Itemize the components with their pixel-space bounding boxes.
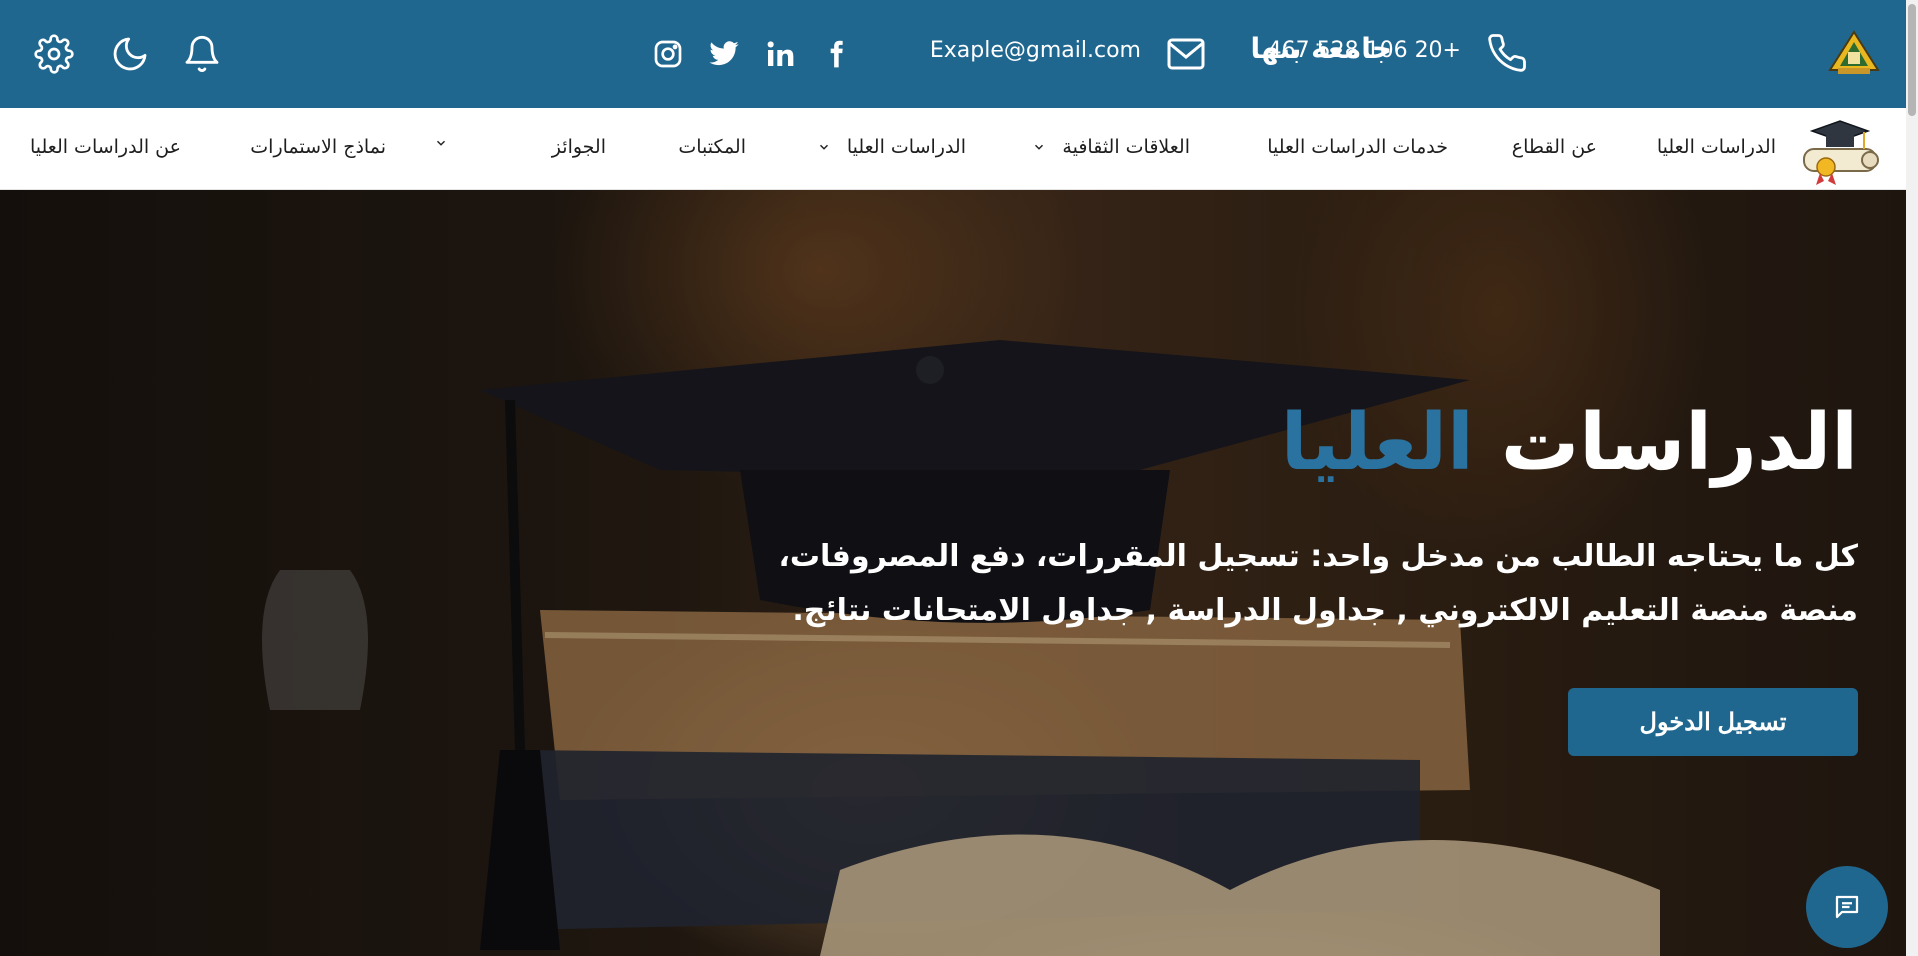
login-button[interactable]: تسجيل الدخول [1568,688,1858,756]
hero-title-main: الدراسات [1500,398,1858,488]
gear-icon[interactable] [34,34,74,74]
page: جامعة بنها 467 528 106 20+ Exaple@gmail.… [0,0,1918,956]
chevron-down-icon [819,144,828,150]
main-nav: الدراسات العليا عن القطاع خدمات الدراسات… [0,108,1906,190]
chevron-down-icon [436,140,446,146]
chat-icon [1835,895,1859,919]
nav-item-label: نماذج الاستمارات [250,136,386,158]
nav-item-services[interactable]: خدمات الدراسات العليا [1267,136,1448,158]
nav-brand[interactable]: الدراسات العليا [1657,136,1776,158]
chevron-down-icon [1035,144,1044,150]
nav-item-cultural-relations[interactable]: العلاقات الثقافية [1032,136,1190,158]
nav-item-about-sector[interactable]: عن القطاع [1512,136,1597,158]
instagram-icon[interactable] [652,38,684,70]
moon-icon[interactable] [110,34,150,74]
nav-item-label: عن القطاع [1511,136,1597,158]
page-scrollbar[interactable] [1906,0,1918,956]
nav-item-label: خدمات الدراسات العليا [1267,136,1448,158]
chat-button[interactable] [1806,866,1888,948]
email-address[interactable]: Exaple@gmail.com [930,38,1141,63]
nav-item-about-postgraduate[interactable]: عن الدراسات العليا [30,136,181,158]
hero-description: كل ما يحتاجه الطالب من مدخل واحد: تسجيل … [778,539,1859,628]
scrollbar-thumb[interactable] [1908,4,1916,116]
top-bar: جامعة بنها 467 528 106 20+ Exaple@gmail.… [0,0,1906,108]
nav-item-postgraduate[interactable]: الدراسات العليا [817,136,966,158]
nav-item-label: عن الدراسات العليا [29,136,181,158]
bell-icon[interactable] [182,34,222,74]
phone-icon [1486,31,1528,75]
facebook-icon[interactable] [820,38,852,70]
hero-title: الدراسات العليا [1281,398,1858,488]
nav-item-awards[interactable]: الجوائز [552,136,606,158]
mail-icon [1166,37,1206,71]
nav-item-label: العلاقات الثقافية [1062,136,1190,158]
nav-item-libraries[interactable]: المكتبات [678,136,746,158]
nav-item-label: المكتبات [678,136,746,158]
nav-item-label: الجوائز [551,136,606,158]
nav-item-label: الدراسات العليا [846,136,966,158]
twitter-icon[interactable] [708,38,740,70]
graduation-logo[interactable] [1796,115,1882,185]
nav-item-dropdown[interactable] [434,136,464,150]
nav-item-forms[interactable]: نماذج الاستمارات [250,136,386,158]
linkedin-icon[interactable] [764,38,796,70]
university-logo[interactable] [1826,30,1882,76]
phone-number[interactable]: 467 528 106 20+ [1268,38,1461,63]
hero-section: الدراسات العليا كل ما يحتاجه الطالب من م… [0,190,1906,956]
hero-title-accent: العليا [1280,398,1474,488]
